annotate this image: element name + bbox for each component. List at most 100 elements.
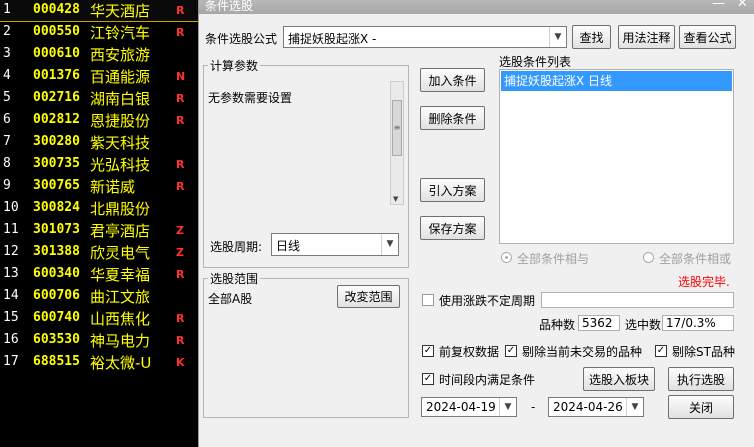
stock-row[interactable]: 8 300735 光弘科技 R	[0, 153, 198, 175]
stock-row-number: 15	[3, 310, 19, 325]
stock-row-number: 3	[3, 46, 11, 61]
stock-row-number: 1	[3, 2, 11, 17]
range-value: 全部A股	[208, 292, 253, 306]
stock-row[interactable]: 15 600740 山西焦化 R	[0, 307, 198, 329]
find-button[interactable]: 查找	[572, 25, 611, 49]
minimize-icon[interactable]: —	[712, 0, 725, 11]
stock-name: 裕太微-U	[90, 354, 152, 372]
use-uncertain-checkbox[interactable]	[422, 294, 434, 306]
execute-button[interactable]: 执行选股	[668, 367, 734, 391]
stock-code: 301388	[33, 244, 80, 259]
stock-row[interactable]: 17 688515 裕太微-U K	[0, 351, 198, 373]
stock-screener-dialog: 条件选股 — ✕ 条件选股公式 捕捉妖股起涨X - ▼ 查找 用法注释 查看公式…	[198, 0, 754, 447]
stock-row[interactable]: 16 603530 神马电力 R	[0, 329, 198, 351]
stock-name: 光弘科技	[90, 156, 151, 174]
selected-label: 选中数	[625, 318, 662, 332]
count-box: 5362	[578, 315, 620, 331]
uncertain-period-field[interactable]	[541, 292, 734, 308]
chevron-down-icon[interactable]: ▼	[381, 234, 398, 255]
count-value: 5362	[582, 316, 613, 330]
stock-code: 001376	[33, 68, 80, 83]
condition-item[interactable]: 捕捉妖股起涨X 日线	[501, 71, 732, 91]
stock-name: 百通能源	[90, 68, 151, 86]
chevron-down-icon[interactable]: ▼	[626, 398, 643, 416]
stock-row-number: 10	[3, 200, 19, 215]
stock-code: 000610	[33, 46, 80, 61]
date-to-value: 2024-04-26	[553, 400, 623, 414]
stock-name: 湖南白银	[90, 90, 151, 108]
period-select[interactable]: 日线 ▼	[271, 233, 399, 256]
exclude-st-checkbox[interactable]: ✓	[655, 345, 667, 357]
selected-box: 17/0.3%	[662, 315, 734, 331]
formula-label: 条件选股公式	[205, 32, 278, 46]
pre-rights-checkbox[interactable]: ✓	[422, 345, 434, 357]
stock-row-number: 6	[3, 112, 11, 127]
stock-flag: R	[176, 92, 185, 105]
stock-row[interactable]: 4 001376 百通能源 N	[0, 65, 198, 87]
time-period-label: 时间段内满足条件	[439, 373, 536, 387]
stock-row-number: 16	[3, 332, 19, 347]
stock-code: 000428	[33, 2, 80, 17]
date-from-value: 2024-04-19	[426, 400, 496, 414]
close-icon[interactable]: ✕	[737, 0, 748, 11]
stock-row[interactable]: 10 300824 北鼎股份	[0, 197, 198, 219]
stock-row-number: 14	[3, 288, 19, 303]
stock-row[interactable]: 2 000550 江铃汽车 R	[0, 21, 198, 43]
stock-flag: K	[176, 356, 185, 369]
stock-row[interactable]: 13 600340 华夏幸福 R	[0, 263, 198, 285]
import-plan-button[interactable]: 引入方案	[420, 178, 485, 202]
exclude-untraded-label: 剔除当前未交易的品种	[522, 345, 643, 359]
stock-row[interactable]: 7 300280 紫天科技	[0, 131, 198, 153]
stock-flag: R	[176, 180, 185, 193]
stock-flag: Z	[176, 224, 184, 237]
stock-row[interactable]: 5 002716 湖南白银 R	[0, 87, 198, 109]
title-bar[interactable]: 条件选股 — ✕	[199, 0, 754, 14]
add-condition-button[interactable]: 加入条件	[420, 68, 485, 92]
stock-row[interactable]: 14 600706 曲江文旅	[0, 285, 198, 307]
radio-and[interactable]	[501, 252, 512, 263]
date-to-picker[interactable]: 2024-04-26 ▼	[548, 397, 644, 417]
stock-flag: R	[176, 4, 185, 17]
stock-code: 688515	[33, 354, 80, 369]
stock-row[interactable]: 9 300765 新诺威 R	[0, 175, 198, 197]
stock-flag: R	[176, 268, 185, 281]
scroll-thumb[interactable]: ≡	[392, 100, 402, 156]
change-range-button[interactable]: 改変范围	[337, 285, 400, 308]
stock-code: 300824	[33, 200, 80, 215]
radio-or[interactable]	[643, 252, 654, 263]
to-block-button[interactable]: 选股入板块	[583, 367, 655, 391]
radio-or-label: 全部条件相或	[659, 252, 732, 266]
range-title: 选股范围	[208, 270, 261, 287]
stock-flag: R	[176, 312, 185, 325]
condition-list[interactable]: 捕捉妖股起涨X 日线	[499, 69, 734, 244]
stock-row[interactable]: 12 301388 欣灵电气 Z	[0, 241, 198, 263]
delete-condition-button[interactable]: 删除条件	[420, 106, 485, 130]
stock-row[interactable]: 3 000610 西安旅游	[0, 43, 198, 65]
usage-notes-button[interactable]: 用法注释	[618, 25, 675, 49]
stock-code: 600340	[33, 266, 80, 281]
stock-row[interactable]: 6 002812 恩捷股份 R	[0, 109, 198, 131]
view-formula-button[interactable]: 查看公式	[679, 25, 736, 49]
calc-params-title: 计算参数	[208, 57, 261, 74]
chevron-down-icon[interactable]: ▼	[499, 398, 516, 416]
scroll-down-icon[interactable]: ▼	[393, 195, 398, 203]
stock-row-number: 7	[3, 134, 11, 149]
stock-row[interactable]: 11 301073 君亭酒店 Z	[0, 219, 198, 241]
formula-select[interactable]: 捕捉妖股起涨X - ▼	[283, 26, 567, 48]
stock-flag: R	[176, 26, 185, 39]
exclude-untraded-checkbox[interactable]: ✓	[505, 345, 517, 357]
exclude-st-label: 剔除ST品种	[672, 345, 735, 359]
date-from-picker[interactable]: 2024-04-19 ▼	[421, 397, 517, 417]
save-plan-button[interactable]: 保存方案	[420, 216, 485, 240]
stock-name: 曲江文旅	[90, 288, 151, 306]
stock-code: 603530	[33, 332, 80, 347]
params-scrollbar[interactable]: ≡ ▼	[390, 81, 404, 205]
stock-flag: R	[176, 114, 185, 127]
stock-flag: N	[176, 70, 186, 83]
close-button[interactable]: 关闭	[668, 395, 734, 419]
time-period-checkbox[interactable]: ✓	[422, 373, 434, 385]
stock-row[interactable]: 1 000428 华天酒店 R	[0, 0, 198, 22]
stock-code: 301073	[33, 222, 80, 237]
dialog-title: 条件选股	[205, 0, 254, 13]
chevron-down-icon[interactable]: ▼	[549, 27, 566, 47]
